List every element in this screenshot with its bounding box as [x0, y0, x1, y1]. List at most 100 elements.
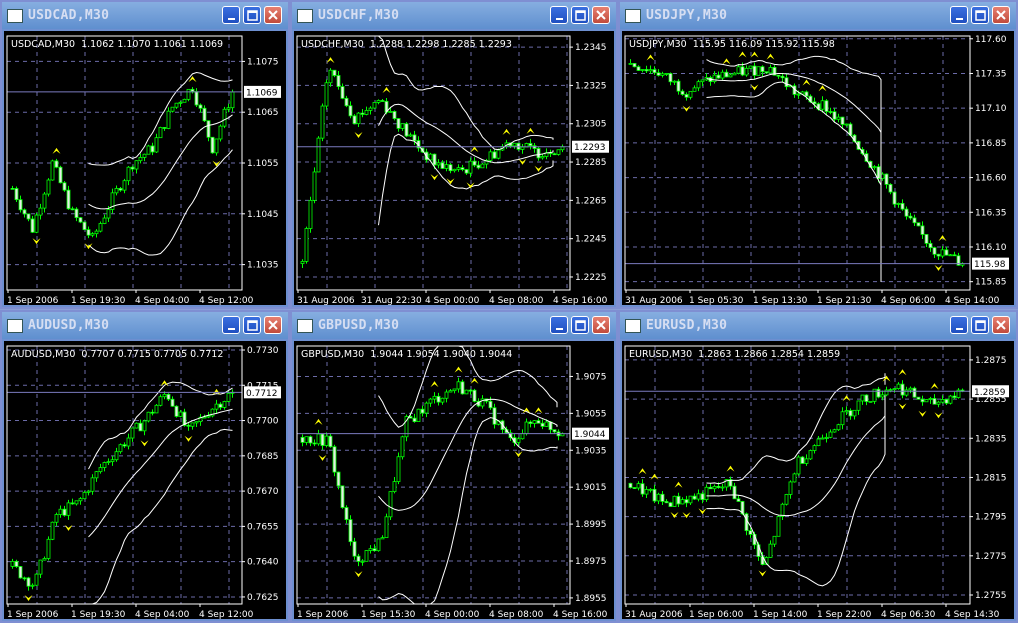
title-bar[interactable]: USDCHF,M30 [292, 2, 616, 29]
price-chart[interactable]: 1.28751.28551.28351.28151.27951.27751.27… [622, 341, 1014, 621]
chart-window-usdjpy[interactable]: USDJPY,M30 117.60 117.35 117.10 116.85 116.60… [618, 0, 1018, 309]
chart-area[interactable]: 1.2875 1.2855 1.2835 1.2815 1.2795 1.2775 1.27… [622, 341, 1014, 621]
candle-body [38, 559, 43, 575]
candle-body [868, 400, 873, 403]
ohlc-values: 1.2863 1.2866 1.2854 1.2859 [698, 349, 840, 360]
candle-body [218, 125, 223, 140]
chart-area[interactable]: 1.9075 1.9055 1.9035 1.9015 1.8995 1.8975 1.89… [294, 341, 614, 621]
candle-body [776, 516, 781, 537]
candle-body [700, 493, 705, 501]
chart-window-eurusd[interactable]: EURUSD,M30 1.2875 1.2855 1.2835 1.2815 1.2795… [618, 310, 1018, 623]
price-chart[interactable]: 0.77300.77150.77000.76850.76700.76550.76… [4, 341, 286, 621]
minimize-button[interactable] [550, 6, 568, 24]
candle-body [118, 444, 123, 453]
price-chart[interactable]: 1.1075 1.1065 1.1055 1.1045 1.1035 1 Sep 2006… [4, 31, 286, 307]
candle-body [704, 486, 709, 501]
close-button[interactable] [264, 316, 282, 334]
maximize-button[interactable] [243, 316, 261, 334]
current-price-label: 1.1069 [246, 88, 278, 98]
candle-body [114, 188, 119, 194]
chart-window-usdcad[interactable]: USDCAD,M30 1.1075 1.1065 1.1055 1.1045 1.1035… [0, 0, 290, 309]
chart-window-audusd[interactable]: AUDUSD,M30 0.7730 0.7715 0.7700 0.7685 0.7670… [0, 310, 290, 623]
candle-body [940, 399, 945, 403]
candle-body [70, 208, 75, 211]
chart-header: USDCHF,M30 1.2288 1.2298 1.2285 1.2293 [301, 39, 512, 50]
candle-body [316, 137, 321, 173]
candle-body [174, 102, 179, 108]
title-bar[interactable]: EURUSD,M30 [620, 312, 1016, 339]
candle-body [396, 118, 401, 129]
chart-area[interactable]: 1.1075 1.1065 1.1055 1.1045 1.1035 1 Sep 2006… [4, 31, 286, 307]
minimize-button[interactable] [950, 6, 968, 24]
candle-body [384, 516, 389, 539]
candle-body [860, 394, 865, 402]
maximize-button[interactable] [971, 316, 989, 334]
y-tick-label: 1.8995 [575, 520, 607, 530]
candle-body [696, 493, 701, 500]
candle-body [920, 398, 925, 403]
close-button[interactable] [264, 6, 282, 24]
maximize-button[interactable] [971, 6, 989, 24]
candle-body [792, 473, 797, 483]
candle-body [628, 63, 633, 65]
candle-body [536, 420, 541, 424]
candle-body [872, 166, 877, 169]
candle-body [748, 65, 753, 69]
minimize-button[interactable] [222, 316, 240, 334]
fractal-up-icon [526, 127, 535, 134]
close-button[interactable] [992, 316, 1010, 334]
candle-body [464, 169, 469, 174]
candle-body [884, 389, 889, 396]
candle-body [848, 410, 853, 417]
candle-body [102, 217, 107, 224]
price-chart[interactable]: 1.9075 1.9055 1.9035 1.9015 1.8995 1.8975 1.89… [294, 341, 614, 621]
candle-body [552, 153, 557, 156]
candle-body [932, 398, 937, 405]
close-button[interactable] [592, 316, 610, 334]
y-tick-label: 1.2795 [975, 513, 1007, 523]
candle-body [528, 421, 533, 424]
price-chart[interactable]: 117.60 117.35 117.10 116.85 116.60 116.35 116.… [622, 31, 1014, 307]
candle-body [532, 420, 537, 424]
candle-body [732, 485, 737, 500]
maximize-icon [975, 10, 986, 21]
fractal-down-icon [934, 264, 943, 271]
chart-window-gbpusd[interactable]: GBPUSD,M30 1.9075 1.9055 1.9035 1.9015 1.8995… [290, 310, 618, 623]
y-tick-label: 0.7685 [247, 452, 279, 462]
price-chart[interactable]: 1.2345 1.2325 1.2305 1.2285 1.2265 1.2245 1.22… [294, 31, 614, 307]
maximize-button[interactable] [243, 6, 261, 24]
ohlc-values: 115.95 116.09 115.92 115.98 [693, 39, 835, 50]
candle-body [146, 411, 151, 422]
minimize-button[interactable] [222, 6, 240, 24]
symbol-timeframe: GBPUSD,M30 [301, 349, 364, 360]
candle-body [452, 168, 457, 172]
close-button[interactable] [992, 6, 1010, 24]
maximize-button[interactable] [571, 316, 589, 334]
symbol-timeframe: USDCAD,M30 [11, 39, 75, 50]
chart-area[interactable]: 117.60 117.35 117.10 116.85 116.60 116.35 116.… [622, 31, 1014, 307]
candle-body [396, 456, 401, 482]
chart-area[interactable]: 1.2345 1.2325 1.2305 1.2285 1.2265 1.2245 1.22… [294, 31, 614, 307]
close-icon [268, 320, 278, 330]
symbol-timeframe: USDCHF,M30 [301, 39, 364, 50]
title-bar[interactable]: USDCAD,M30 [2, 2, 288, 29]
minimize-button[interactable] [550, 316, 568, 334]
title-bar[interactable]: GBPUSD,M30 [292, 312, 616, 339]
x-tick-label: 4 Sep 00:00 [425, 610, 480, 620]
chart-area[interactable]: 0.7730 0.7715 0.7700 0.7685 0.7670 0.7655 0.76… [4, 341, 286, 621]
close-button[interactable] [592, 6, 610, 24]
x-tick-label: 4 Sep 16:00 [553, 610, 608, 620]
candle-body [162, 393, 167, 398]
maximize-button[interactable] [571, 6, 589, 24]
title-bar[interactable]: AUDUSD,M30 [2, 312, 288, 339]
window-title: USDJPY,M30 [646, 8, 728, 23]
fractal-up-icon [750, 51, 759, 58]
candle-body [780, 503, 785, 517]
x-tick-label: 31 Aug 2006 [625, 610, 683, 620]
symbol-timeframe: EURUSD,M30 [629, 349, 692, 360]
minimize-button[interactable] [950, 316, 968, 334]
chart-window-usdchf[interactable]: USDCHF,M30 1.2345 1.2325 1.2305 1.2285 1.2265… [290, 0, 618, 309]
title-bar[interactable]: USDJPY,M30 [620, 2, 1016, 29]
candle-body [400, 436, 405, 458]
close-icon [596, 320, 606, 330]
